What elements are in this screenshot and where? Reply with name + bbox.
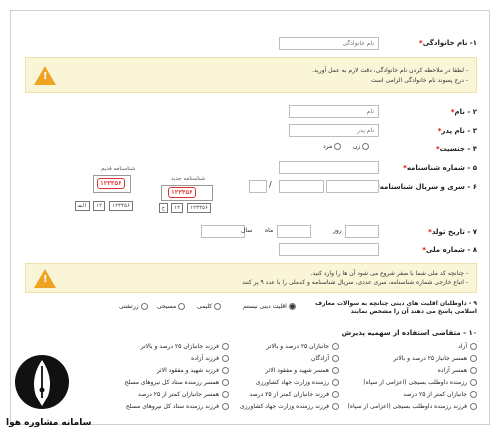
- father-name-input[interactable]: [289, 124, 379, 137]
- id-series-letter-input[interactable]: [249, 180, 267, 193]
- quota-option[interactable]: فرزند جانبازان کمتر از ۲۵ درصد: [249, 391, 339, 398]
- minority-jewish[interactable]: کلیمی: [197, 303, 222, 310]
- first-name-label: ۲ - نام*: [450, 108, 477, 116]
- radio-icon[interactable]: [288, 303, 296, 310]
- quota-option[interactable]: فرزند رزمنده وزارت جهاد کشاورزی: [240, 403, 339, 410]
- gender-male[interactable]: مرد: [323, 143, 342, 150]
- birth-month-input[interactable]: [277, 225, 311, 238]
- minority-zoroastrian[interactable]: زرتشتی: [119, 303, 148, 310]
- radio-icon[interactable]: [362, 143, 370, 150]
- quota-option[interactable]: همسر جانباز ۲۵ درصد و بالاتر: [393, 355, 477, 362]
- national-id-warning: ! - چنانچه کد ملی شما با صفر شروع می شود…: [25, 263, 477, 293]
- first-name-input[interactable]: [289, 105, 379, 118]
- quota-option[interactable]: همسر شهید و مفقود الاثر: [265, 367, 339, 374]
- quota-option[interactable]: همسر رزمنده ستاد کل نیروهای مسلح: [125, 379, 229, 386]
- last-name-input[interactable]: [279, 37, 379, 50]
- father-name-label: ۳ - نام پدر*: [437, 127, 477, 135]
- birth-year-input[interactable]: [201, 225, 245, 238]
- birth-day-input[interactable]: [345, 225, 379, 238]
- pen-nib-icon: [15, 355, 69, 409]
- quota-option[interactable]: جانبازان ۲۵ درصد و بالاتر: [266, 343, 339, 350]
- gender-female[interactable]: زن: [353, 143, 370, 150]
- quota-option[interactable]: فرزند شهید و مفقود الاثر: [157, 367, 229, 374]
- radio-icon[interactable]: [214, 303, 222, 310]
- old-id-sample: ۱۲۳۴۵۶: [93, 175, 131, 193]
- new-id-sample: ۱۲۳۴۵۶: [161, 185, 213, 201]
- quota-option[interactable]: همسر آزاده: [438, 367, 477, 374]
- brand-name: سامانه مشاوره هوا: [6, 418, 92, 428]
- quota-option[interactable]: همسر جانبازان کمتر از ۲۵ درصد: [138, 391, 229, 398]
- quota-label: ۱۰ - متقاضی استفاده از سهمیه پذیرش: [341, 329, 477, 337]
- quota-option[interactable]: فرزند رزمنده داوطلب بسیجی (اعزامی از سپا…: [347, 403, 477, 410]
- national-id-label: ۸ - شماره ملی*: [422, 246, 477, 254]
- quota-option[interactable]: فرزند رزمنده ستاد کل نیروهای مسلح: [126, 403, 229, 410]
- radio-icon[interactable]: [178, 303, 186, 310]
- national-id-input[interactable]: [279, 243, 379, 256]
- quota-option[interactable]: آزاد: [458, 343, 477, 350]
- id-number-input[interactable]: [279, 161, 379, 174]
- radio-icon[interactable]: [334, 143, 342, 150]
- id-number-label: ۵ - شماره شناسنامه*: [403, 164, 477, 172]
- gender-label: ۴ - جنسیت*: [435, 145, 477, 153]
- brand-logo: سامانه مشاوره هوا: [0, 350, 92, 432]
- last-name-label: ۱- نام خانوادگی*: [419, 39, 477, 47]
- id-serial-label: ۶ - سری و سریال شناسنامه*: [376, 183, 477, 191]
- id-series-number-input[interactable]: [279, 180, 324, 193]
- minority-none[interactable]: اقلیت دینی نیستم: [243, 303, 296, 310]
- quota-option[interactable]: آزادگان: [311, 355, 339, 362]
- new-id-sample-title: شناسنامه جدید: [171, 176, 206, 182]
- id-serial-input[interactable]: [326, 180, 379, 193]
- quota-option[interactable]: فرزند جانبازان ۲۵ درصد و بالاتر: [141, 343, 229, 350]
- radio-icon[interactable]: [140, 303, 148, 310]
- religious-minority-label: ۹ - داوطلبان اقلیت های دینی چنانچه به سو…: [315, 300, 477, 315]
- quota-option[interactable]: فرزند آزاده: [191, 355, 229, 362]
- quota-option[interactable]: رزمنده وزارت جهاد کشاورزی: [256, 379, 339, 386]
- birth-date-label: ۷ - تاریخ تولد*: [428, 228, 477, 236]
- quota-option[interactable]: رزمنده داوطلب بسیجی (اعزامی از سپاه): [363, 379, 477, 386]
- old-id-sample-title: شناسنامه قدیم: [101, 166, 136, 172]
- quota-option[interactable]: جانبازان کمتر از ۲۵ درصد: [403, 391, 477, 398]
- minority-christian[interactable]: مسیحی: [157, 303, 186, 310]
- last-name-warning: ! - لطفا در ملاحظه کردن نام خانوادگی، دق…: [25, 57, 477, 93]
